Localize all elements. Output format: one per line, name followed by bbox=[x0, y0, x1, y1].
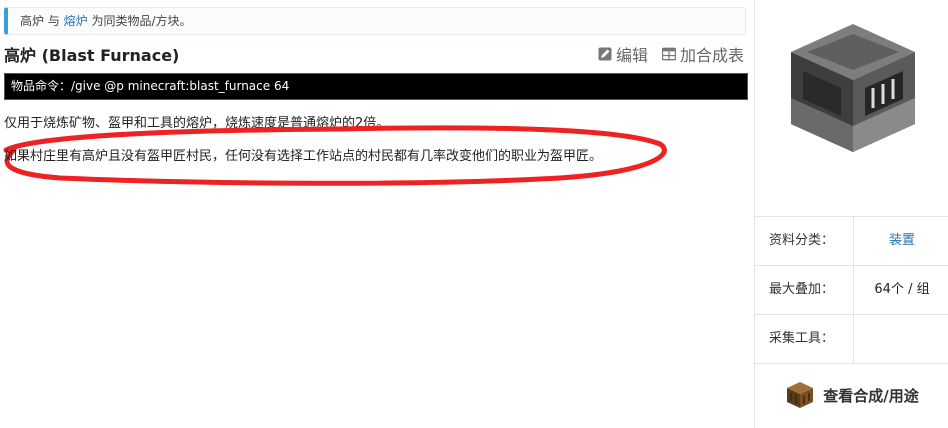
max-stack-key: 最大叠加： bbox=[769, 282, 835, 297]
crafting-table-icon bbox=[787, 382, 814, 408]
page-actions: 编辑 加合成表 bbox=[598, 42, 744, 66]
infobox-row-category: 资料分类： 装置 bbox=[755, 217, 948, 266]
give-command-box[interactable]: 物品命令：/give @p minecraft:blast_furnace 64 bbox=[4, 73, 748, 100]
edit-button[interactable]: 编辑 bbox=[598, 42, 648, 66]
add-to-table-button[interactable]: 加合成表 bbox=[661, 42, 744, 66]
edit-icon bbox=[598, 47, 612, 61]
same-item-notice: 高炉 与 熔炉 为同类物品/方块。 bbox=[4, 7, 746, 35]
title-row: 高炉 (Blast Furnace) 编辑 加合成表 bbox=[4, 40, 746, 66]
view-recipe-label: 查看合成/用途 bbox=[823, 386, 919, 405]
notice-item-blast-furnace: 高炉 bbox=[20, 14, 45, 28]
notice-text: 为同类物品/方块。 bbox=[87, 14, 192, 28]
max-stack-value: 64个 / 组 bbox=[853, 266, 948, 314]
edit-label: 编辑 bbox=[615, 46, 648, 65]
add-to-table-label: 加合成表 bbox=[679, 46, 744, 65]
harvest-tool-key: 采集工具： bbox=[769, 331, 835, 346]
infobox-row-max-stack: 最大叠加： 64个 / 组 bbox=[755, 266, 948, 315]
page-title: 高炉 (Blast Furnace) bbox=[4, 46, 180, 65]
description-paragraph-1: 仅用于烧炼矿物、盔甲和工具的熔炉，烧炼速度是普通熔炉的2倍。 bbox=[4, 116, 390, 131]
notice-separator: 与 bbox=[44, 14, 64, 28]
notice-link-furnace[interactable]: 熔炉 bbox=[64, 14, 88, 28]
infobox: 资料分类： 装置 最大叠加： 64个 / 组 采集工具： 查看合成/用途 bbox=[754, 0, 948, 428]
harvest-tool-value bbox=[853, 315, 948, 363]
infobox-image-box bbox=[755, 0, 948, 217]
table-icon bbox=[661, 47, 676, 61]
category-key: 资料分类： bbox=[769, 233, 835, 248]
blast-furnace-block-icon bbox=[791, 24, 915, 152]
category-value-link[interactable]: 装置 bbox=[853, 217, 948, 265]
description-paragraph-2: 如果村庄里有高炉且没有盔甲匠村民，任何没有选择工作站点的村民都有几率改变他们的职… bbox=[4, 149, 603, 164]
view-recipe-button[interactable]: 查看合成/用途 bbox=[755, 362, 948, 428]
infobox-row-harvest-tool: 采集工具： bbox=[755, 315, 948, 364]
